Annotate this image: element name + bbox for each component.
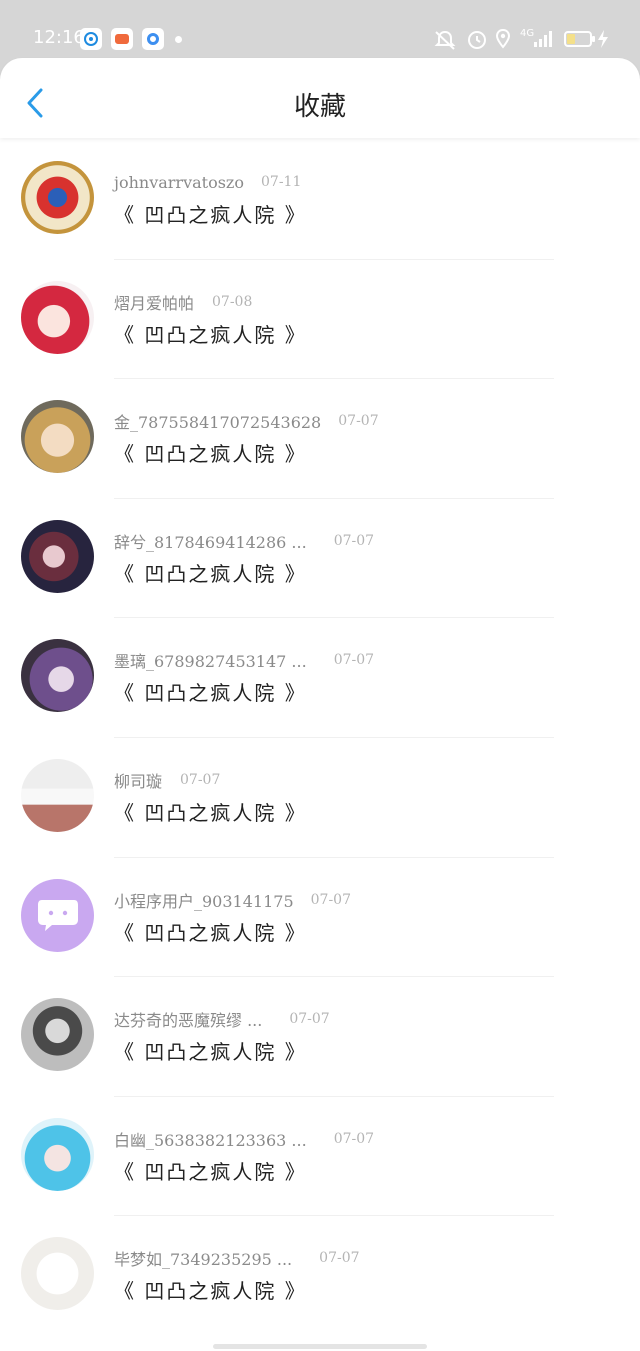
username[interactable]: 小程序用户_903141175 <box>114 888 294 912</box>
charging-icon <box>598 30 608 48</box>
avatar[interactable] <box>21 280 94 354</box>
date: 07-07 <box>338 413 379 430</box>
avatar[interactable] <box>21 1117 94 1191</box>
book-title[interactable]: 《 凹凸之疯人院 》 <box>114 1156 307 1185</box>
list-item[interactable]: 柳司璇 07-07 《 凹凸之疯人院 》 <box>0 738 640 858</box>
username[interactable]: 墨璃_6789827453147 ... <box>114 648 307 672</box>
username[interactable]: 熠月爱帕帕 <box>114 290 194 314</box>
book-title[interactable]: 《 凹凸之疯人院 》 <box>114 797 307 826</box>
username[interactable]: 柳司璇 <box>114 768 162 792</box>
date: 07-07 <box>333 532 375 549</box>
list-item[interactable]: 白幽_5638382123363 ... 07-07 《 凹凸之疯人院 》 <box>0 1097 640 1217</box>
date: 07-11 <box>261 174 302 190</box>
status-time: 12:16 <box>33 27 85 48</box>
date: 07-07 <box>180 771 221 788</box>
list-item[interactable]: 墨璃_6789827453147 ... 07-07 《 凹凸之疯人院 》 <box>0 618 640 738</box>
home-indicator[interactable] <box>213 1344 427 1349</box>
book-title[interactable]: 《 凹凸之疯人院 》 <box>114 199 307 228</box>
date: 07-07 <box>333 1130 375 1147</box>
date: 07-08 <box>212 293 253 310</box>
list-item[interactable]: 毕梦如_7349235295 ... 07-07 《 凹凸之疯人院 》 <box>0 1216 640 1336</box>
username[interactable]: 达芬奇的恶魔殡缪 ... <box>114 1007 262 1031</box>
book-title[interactable]: 《 凹凸之疯人院 》 <box>114 558 307 587</box>
page-title: 收藏 <box>293 92 346 122</box>
username[interactable]: 白幽_5638382123363 ... <box>114 1127 307 1151</box>
more-notifications-dot <box>175 36 182 43</box>
battery-tip <box>592 36 595 42</box>
book-title[interactable]: 《 凹凸之疯人院 》 <box>114 438 307 467</box>
date: 07-07 <box>310 891 351 908</box>
battery-icon <box>564 31 592 47</box>
book-title[interactable]: 《 凹凸之疯人院 》 <box>114 1036 307 1065</box>
book-title[interactable]: 《 凹凸之疯人院 》 <box>114 1275 307 1304</box>
navigation-bar: 收藏 <box>0 58 640 138</box>
avatar[interactable] <box>21 758 94 832</box>
username[interactable]: 毕梦如_7349235295 ... <box>114 1246 292 1270</box>
mute-icon <box>434 30 456 50</box>
list-item[interactable]: 金_787558417072543628 07-07 《 凹凸之疯人院 》 <box>0 379 640 499</box>
avatar[interactable] <box>21 878 94 952</box>
favorites-list: johnvarrvatoszo 07-11 《 凹凸之疯人院 》 熠月爱帕帕 0… <box>0 140 640 1336</box>
avatar[interactable] <box>21 998 94 1072</box>
game-app-icon <box>111 28 133 50</box>
avatar[interactable] <box>21 639 94 713</box>
avatar[interactable] <box>21 1237 94 1311</box>
avatar[interactable] <box>21 400 94 474</box>
username[interactable]: johnvarrvatoszo <box>114 173 244 192</box>
list-item[interactable]: 达芬奇的恶魔殡缪 ... 07-07 《 凹凸之疯人院 》 <box>0 977 640 1097</box>
username[interactable]: 金_787558417072543628 <box>114 409 321 433</box>
app-notification-icon <box>80 28 102 50</box>
avatar[interactable] <box>21 519 94 593</box>
date: 07-07 <box>289 1011 330 1028</box>
chat-bubble-icon <box>37 900 78 932</box>
list-item[interactable]: johnvarrvatoszo 07-11 《 凹凸之疯人院 》 <box>0 140 640 260</box>
location-icon <box>495 28 511 49</box>
cloud-app-icon <box>142 28 164 50</box>
list-item[interactable]: 熠月爱帕帕 07-08 《 凹凸之疯人院 》 <box>0 260 640 380</box>
book-title[interactable]: 《 凹凸之疯人院 》 <box>114 917 307 946</box>
book-title[interactable]: 《 凹凸之疯人院 》 <box>114 677 307 706</box>
list-item[interactable]: 小程序用户_903141175 07-07 《 凹凸之疯人院 》 <box>0 858 640 978</box>
list-item[interactable]: 辞兮_8178469414286 ... 07-07 《 凹凸之疯人院 》 <box>0 499 640 619</box>
date: 07-07 <box>333 652 375 669</box>
book-title[interactable]: 《 凹凸之疯人院 》 <box>114 319 307 348</box>
username[interactable]: 辞兮_8178469414286 ... <box>114 529 307 553</box>
alarm-icon <box>468 31 486 49</box>
avatar[interactable] <box>21 161 94 234</box>
date: 07-07 <box>319 1250 360 1267</box>
signal-icon <box>534 31 552 47</box>
